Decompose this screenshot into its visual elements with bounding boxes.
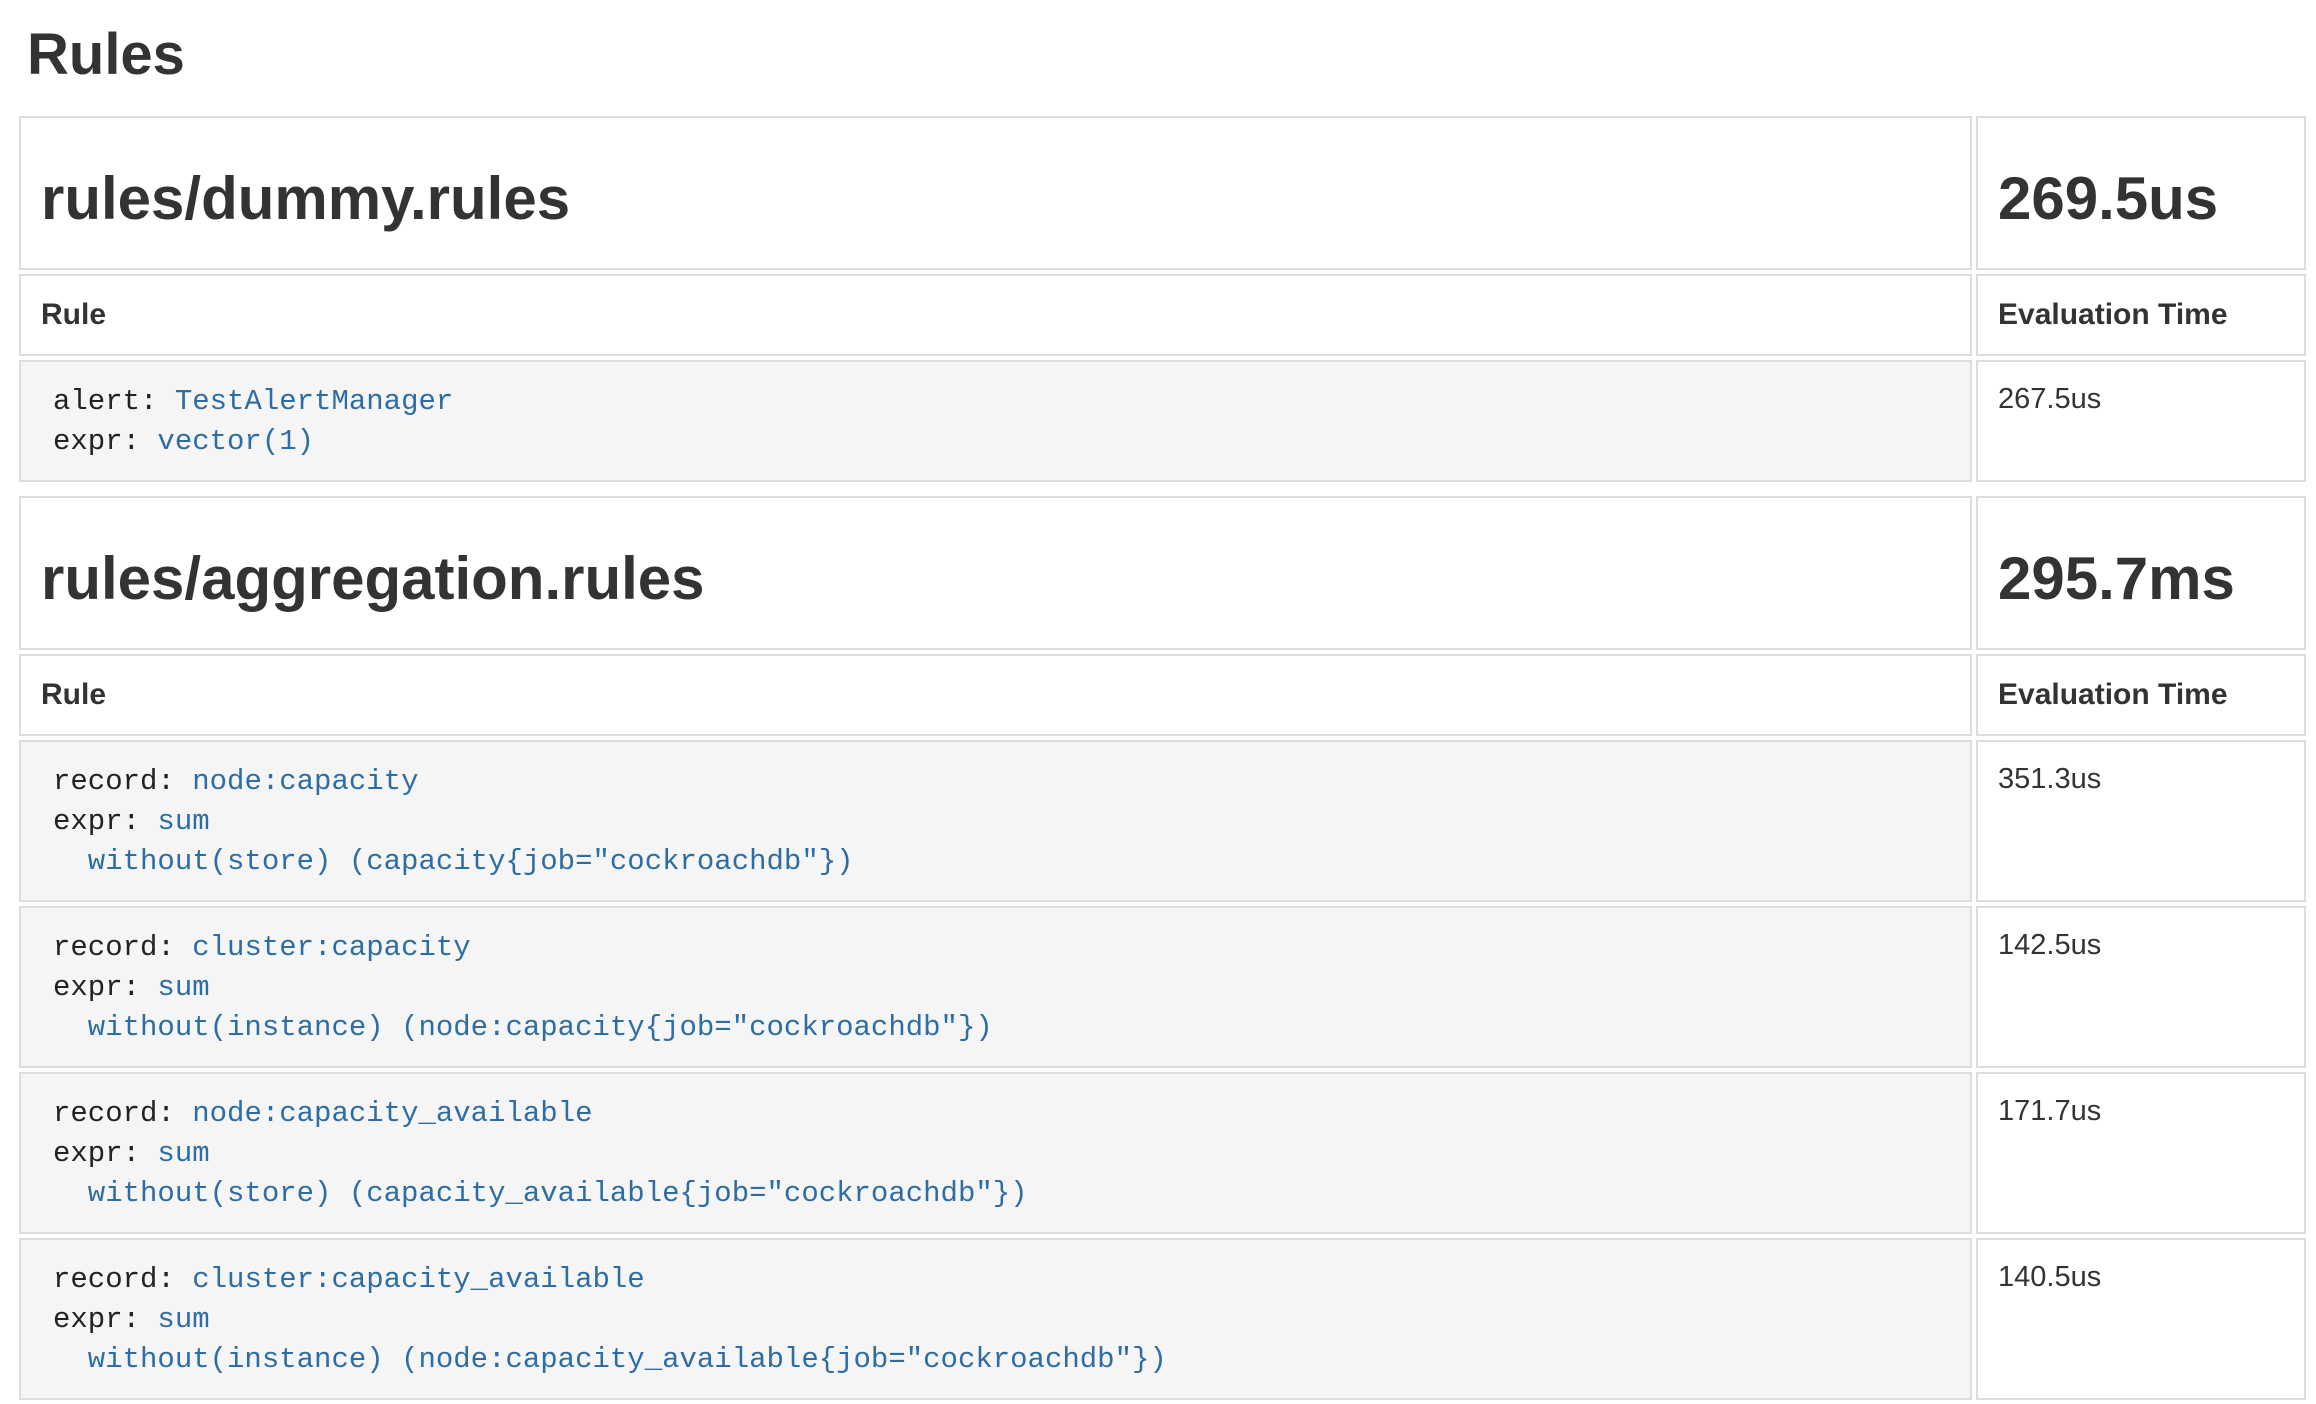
rule-row: record: node:capacity_available expr: su… xyxy=(19,1072,2306,1234)
rules-page: Rules rules/dummy.rules 269.5us Rule Eva… xyxy=(0,22,2316,1404)
rule-code: alert: TestAlertManager expr: vector(1) xyxy=(21,362,1970,480)
rule-expression-link[interactable]: cluster:capacity_available xyxy=(192,1263,644,1296)
eval-time-column-header: Evaluation Time xyxy=(1976,654,2306,736)
group-name: rules/dummy.rules xyxy=(41,164,1950,234)
group-header-row: rules/aggregation.rules 295.7ms xyxy=(19,496,2306,650)
rule-expression-link[interactable]: sum without(instance) (node:capacity{job… xyxy=(53,971,993,1044)
group-eval-time-cell: 295.7ms xyxy=(1976,496,2306,650)
rule-cell: record: cluster:capacity_available expr:… xyxy=(19,1238,1972,1400)
group-header-row: rules/dummy.rules 269.5us xyxy=(19,116,2306,270)
column-header-row: Rule Evaluation Time xyxy=(19,274,2306,356)
rule-expression-link[interactable]: sum without(instance) (node:capacity_ava… xyxy=(53,1303,1167,1376)
rule-expression-link[interactable]: node:capacity xyxy=(192,765,418,798)
rule-eval-time: 351.3us xyxy=(1976,740,2306,902)
rule-eval-time: 142.5us xyxy=(1976,906,2306,1068)
rule-row: alert: TestAlertManager expr: vector(1) … xyxy=(19,360,2306,482)
rule-cell: record: node:capacity expr: sum without(… xyxy=(19,740,1972,902)
rule-cell: record: cluster:capacity expr: sum witho… xyxy=(19,906,1972,1068)
rule-eval-time: 171.7us xyxy=(1976,1072,2306,1234)
rule-code: record: node:capacity_available expr: su… xyxy=(21,1074,1970,1232)
rule-expression-link[interactable]: node:capacity_available xyxy=(192,1097,592,1130)
rule-expression-link[interactable]: sum without(store) (capacity_available{j… xyxy=(53,1137,1028,1210)
rule-code: record: cluster:capacity_available expr:… xyxy=(21,1240,1970,1398)
page-title: Rules xyxy=(27,22,2310,88)
rule-code: record: cluster:capacity expr: sum witho… xyxy=(21,908,1970,1066)
rule-groups-list: rules/dummy.rules 269.5us Rule Evaluatio… xyxy=(15,112,2310,1404)
rule-cell: record: node:capacity_available expr: su… xyxy=(19,1072,1972,1234)
rule-cell: alert: TestAlertManager expr: vector(1) xyxy=(19,360,1972,482)
rule-column-header: Rule xyxy=(19,654,1972,736)
group-eval-time: 295.7ms xyxy=(1998,544,2284,614)
rule-expression-link[interactable]: cluster:capacity xyxy=(192,931,470,964)
rule-eval-time: 267.5us xyxy=(1976,360,2306,482)
rule-code: record: node:capacity expr: sum without(… xyxy=(21,742,1970,900)
rule-eval-time: 140.5us xyxy=(1976,1238,2306,1400)
group-name-cell: rules/dummy.rules xyxy=(19,116,1972,270)
group-name-cell: rules/aggregation.rules xyxy=(19,496,1972,650)
rule-row: record: node:capacity expr: sum without(… xyxy=(19,740,2306,902)
rule-group-table: rules/aggregation.rules 295.7ms Rule Eva… xyxy=(15,492,2310,1404)
rule-row: record: cluster:capacity_available expr:… xyxy=(19,1238,2306,1400)
eval-time-column-header: Evaluation Time xyxy=(1976,274,2306,356)
rule-expression-link[interactable]: sum without(store) (capacity{job="cockro… xyxy=(53,805,854,878)
group-name: rules/aggregation.rules xyxy=(41,544,1950,614)
rule-expression-link[interactable]: TestAlertManager xyxy=(175,385,453,418)
group-eval-time-cell: 269.5us xyxy=(1976,116,2306,270)
rule-row: record: cluster:capacity expr: sum witho… xyxy=(19,906,2306,1068)
rule-expression-link[interactable]: vector(1) xyxy=(157,425,314,458)
column-header-row: Rule Evaluation Time xyxy=(19,654,2306,736)
group-eval-time: 269.5us xyxy=(1998,164,2284,234)
rule-group-table: rules/dummy.rules 269.5us Rule Evaluatio… xyxy=(15,112,2310,486)
rule-column-header: Rule xyxy=(19,274,1972,356)
